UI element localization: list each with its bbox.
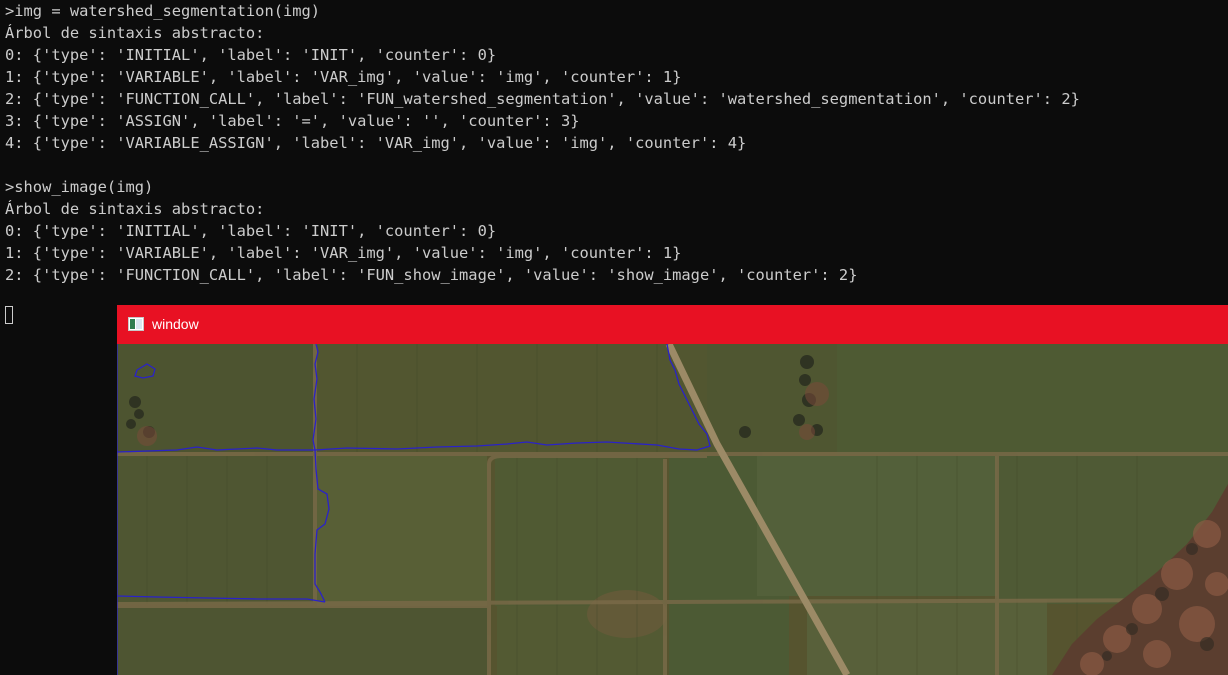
bare-soil-patch — [587, 590, 667, 638]
segmented-image — [117, 344, 1228, 675]
field-region — [117, 606, 489, 675]
field-region — [317, 344, 707, 452]
console-line: >img = watershed_segmentation(img) — [5, 2, 321, 20]
console-line: 4: {'type': 'VARIABLE_ASSIGN', 'label': … — [5, 134, 747, 152]
console-line: Árbol de sintaxis abstracto: — [5, 200, 265, 218]
image-window[interactable]: window — [117, 305, 1228, 675]
console-line: 1: {'type': 'VARIABLE', 'label': 'VAR_im… — [5, 244, 682, 262]
field-region — [757, 456, 1017, 596]
console-line: 1: {'type': 'VARIABLE', 'label': 'VAR_im… — [5, 68, 682, 86]
field-region — [317, 456, 487, 606]
field-region — [495, 456, 665, 606]
text-cursor[interactable] — [5, 306, 13, 324]
console-line: 0: {'type': 'INITIAL', 'label': 'INIT', … — [5, 222, 497, 240]
console-line: 0: {'type': 'INITIAL', 'label': 'INIT', … — [5, 46, 497, 64]
window-title: window — [152, 316, 199, 332]
console-line: 2: {'type': 'FUNCTION_CALL', 'label': 'F… — [5, 266, 858, 284]
console-line: Árbol de sintaxis abstracto: — [5, 24, 265, 42]
field-region — [837, 344, 1228, 454]
console-line: 3: {'type': 'ASSIGN', 'label': '=', 'val… — [5, 112, 580, 130]
console-line: 2: {'type': 'FUNCTION_CALL', 'label': 'F… — [5, 90, 1080, 108]
window-titlebar[interactable]: window — [117, 305, 1228, 344]
image-window-icon — [128, 317, 144, 331]
console-line: >show_image(img) — [5, 178, 154, 196]
